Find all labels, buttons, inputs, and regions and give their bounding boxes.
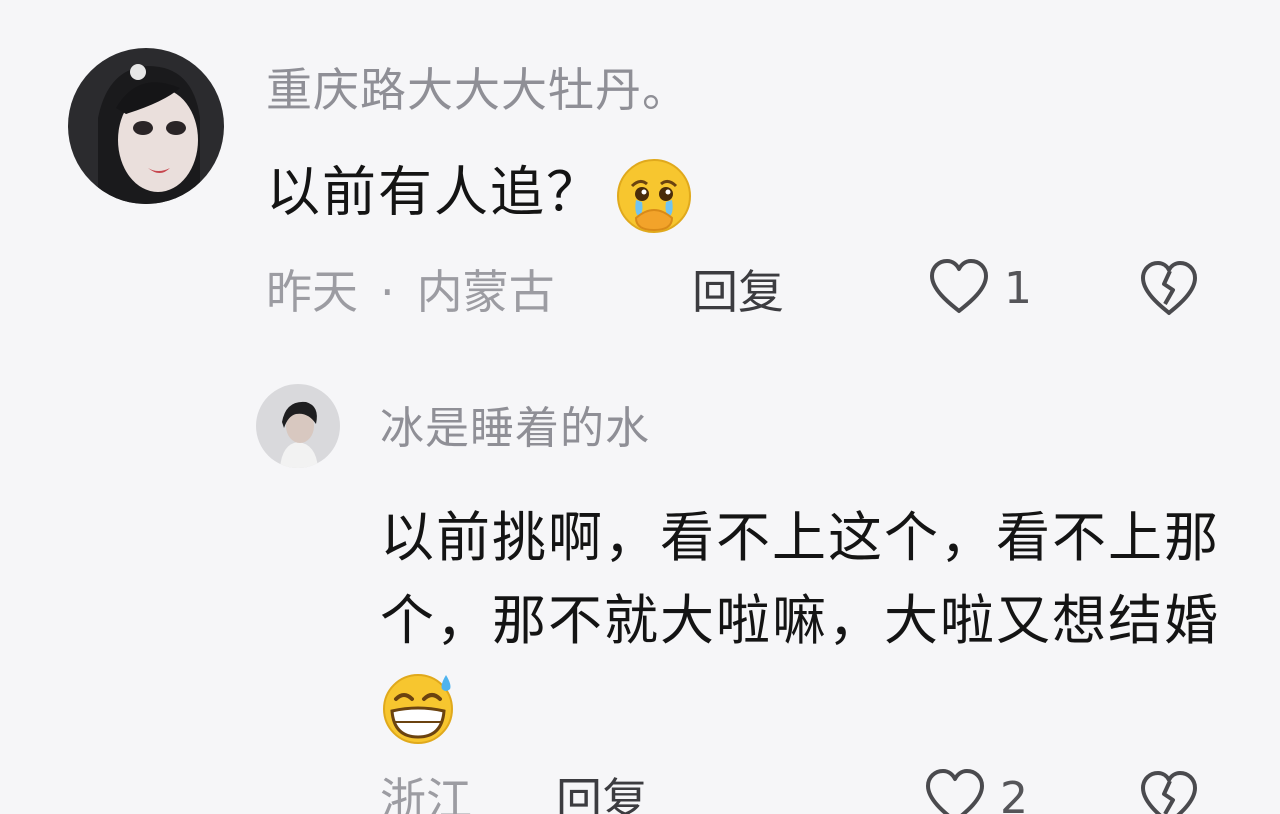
heart-outline-icon bbox=[922, 766, 988, 814]
comment-username[interactable]: 冰是睡着的水 bbox=[380, 402, 650, 456]
heart-outline-icon bbox=[926, 256, 992, 320]
like-count: 1 bbox=[1004, 262, 1032, 314]
comment-meta: 浙江 bbox=[380, 770, 472, 814]
comment-location: 内蒙古 bbox=[416, 265, 555, 319]
comment-body: 以前有人追？ bbox=[266, 160, 602, 224]
like-button[interactable]: 1 bbox=[926, 256, 1032, 320]
crying-face-emoji-icon bbox=[614, 156, 694, 236]
avatar[interactable] bbox=[68, 48, 224, 204]
like-button[interactable]: 2 bbox=[922, 766, 1028, 814]
comment-time: 昨天 bbox=[266, 265, 358, 319]
reply-button[interactable]: 回复 bbox=[556, 770, 648, 814]
comment-location: 浙江 bbox=[380, 773, 472, 814]
comment-username[interactable]: 重庆路大大大牡丹。 bbox=[266, 62, 689, 118]
meta-separator: · bbox=[380, 265, 395, 319]
comment-text: 以前挑啊，看不上这个，看不上那个，那不就大啦嘛，大啦又想结婚 bbox=[380, 496, 1240, 747]
broken-heart-icon bbox=[1138, 261, 1200, 322]
dislike-button[interactable] bbox=[1138, 258, 1200, 322]
comment-meta: 昨天 · 内蒙古 bbox=[266, 262, 555, 322]
comment-body: 以前挑啊，看不上这个，看不上那个，那不就大啦嘛，大啦又想结婚 bbox=[380, 506, 1220, 652]
dislike-button[interactable] bbox=[1138, 768, 1200, 814]
grinning-sweat-emoji-icon bbox=[380, 667, 460, 747]
like-count: 2 bbox=[1000, 772, 1028, 814]
comment-thread: 重庆路大大大牡丹。 以前有人追？ 昨天 · 内蒙古 回复 1 冰是睡着的水 以前… bbox=[0, 0, 1280, 814]
comment-text: 以前有人追？ bbox=[266, 156, 694, 236]
reply-button[interactable]: 回复 bbox=[692, 262, 784, 322]
avatar[interactable] bbox=[256, 384, 340, 468]
